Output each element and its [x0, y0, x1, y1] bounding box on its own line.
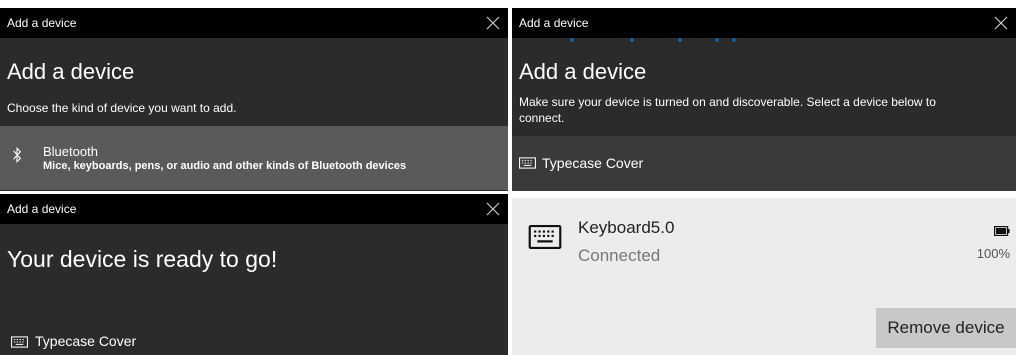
device-name: Keyboard5.0: [578, 218, 675, 237]
dialog-device-ready: Add a device Your device is ready to go!…: [0, 194, 508, 355]
battery-icon: [994, 226, 1010, 236]
dialog3-heading: Your device is ready to go!: [7, 246, 278, 272]
keyboard-icon: [519, 157, 536, 169]
connected-device-label: Typecase Cover: [35, 333, 137, 349]
close-icon[interactable]: [994, 16, 1008, 30]
dialog2-heading: Add a device: [519, 59, 647, 84]
keyboard-icon: [11, 336, 28, 348]
battery-level: 100%: [976, 246, 1010, 261]
device-status: Connected: [578, 246, 661, 265]
dialog1-window-title: Add a device: [7, 16, 77, 30]
bluetooth-icon: [13, 147, 22, 163]
device-list-item-label: Typecase Cover: [542, 155, 644, 171]
dialog3-titlebar: Add a device: [0, 194, 508, 224]
device-card: Keyboard5.0 Connected 100% Remove device: [512, 198, 1016, 355]
dialog2-window-title: Add a device: [519, 16, 589, 30]
dialog1-heading: Add a device: [7, 59, 135, 84]
device-list-item[interactable]: Typecase Cover: [512, 136, 1016, 191]
remove-device-button[interactable]: Remove device: [876, 308, 1016, 348]
searching-progress-dots: [570, 38, 736, 42]
dialog3-window-title: Add a device: [7, 202, 77, 216]
bluetooth-option[interactable]: Bluetooth Mice, keyboards, pens, or audi…: [0, 126, 508, 190]
bluetooth-option-description: Mice, keyboards, pens, or audio and othe…: [43, 160, 407, 172]
keyboard-icon: [528, 225, 562, 249]
close-icon[interactable]: [486, 16, 500, 30]
dialog2-titlebar: Add a device: [512, 8, 1016, 38]
dialog-select-device: Add a device Add a device Make sure your…: [512, 8, 1016, 191]
dialog1-subtitle: Choose the kind of device you want to ad…: [7, 101, 237, 115]
bluetooth-option-title: Bluetooth: [43, 144, 98, 159]
dialog2-subtitle: Make sure your device is turned on and d…: [519, 95, 936, 125]
dialog1-titlebar: Add a device: [0, 8, 508, 38]
dialog-choose-device-kind: Add a device Add a device Choose the kin…: [0, 8, 508, 191]
close-icon[interactable]: [486, 202, 500, 216]
